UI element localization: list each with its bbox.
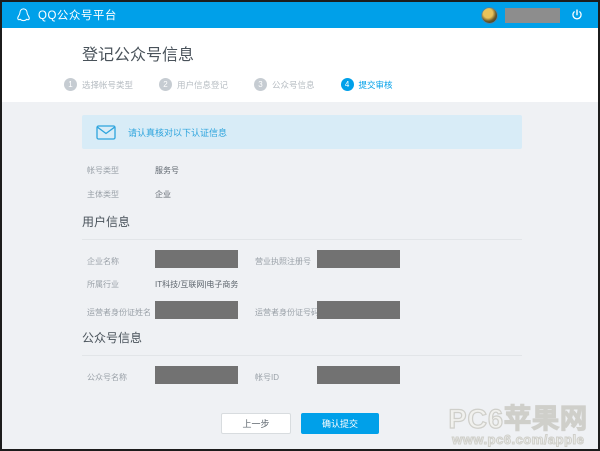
field-label: 所属行业	[87, 279, 155, 290]
redacted-username	[505, 8, 560, 23]
confirm-submit-button[interactable]: 确认提交	[301, 413, 379, 434]
field-value: 服务号	[155, 165, 255, 176]
step-label: 用户信息登记	[177, 79, 228, 91]
page-header: 登记公众号信息 1 选择帐号类型 2 用户信息登记 3 公众号信息 4 提交审核	[2, 28, 598, 102]
field-row-entity-type: 主体类型 企业	[87, 189, 598, 200]
user-avatar[interactable]	[481, 7, 498, 24]
public-account-fields: 公众号名称 帐号ID	[2, 366, 598, 384]
step-account-info[interactable]: 3 公众号信息	[254, 78, 315, 91]
app-window: QQ公众号平台 登记公众号信息 1 选择帐号类型 2 用户信息登记 3 公众号信…	[0, 0, 600, 451]
step-label: 公众号信息	[272, 79, 315, 91]
step-label: 提交审核	[359, 79, 393, 91]
redacted-company-name	[155, 250, 238, 268]
step-submit-review[interactable]: 4 提交审核	[341, 78, 393, 91]
envelope-icon	[96, 125, 116, 140]
field-row-account-type: 帐号类型 服务号	[87, 165, 598, 176]
step-choose-account-type[interactable]: 1 选择帐号类型	[64, 78, 133, 91]
action-buttons: 上一步 确认提交	[2, 413, 598, 434]
watermark-url: www.pc6.com/apple	[448, 433, 588, 447]
field-label: 帐号类型	[87, 165, 155, 176]
field-label: 公众号名称	[87, 372, 155, 383]
section-title-public-account: 公众号信息	[82, 329, 522, 356]
field-label: 运营者身份证姓名	[87, 307, 155, 318]
account-summary: 帐号类型 服务号 主体类型 企业	[2, 165, 598, 200]
redacted-account-id	[317, 366, 400, 384]
field-label: 企业名称	[87, 256, 155, 267]
redacted-license-number	[317, 250, 400, 268]
top-bar: QQ公众号平台	[2, 2, 598, 28]
field-label: 运营者身份证号码	[255, 307, 317, 318]
field-label: 主体类型	[87, 189, 155, 200]
step-number: 1	[64, 78, 77, 91]
redacted-operator-name	[155, 301, 238, 319]
wizard-steps: 1 选择帐号类型 2 用户信息登记 3 公众号信息 4 提交审核	[64, 78, 598, 91]
qq-penguin-icon	[15, 7, 32, 24]
section-title-user-info: 用户信息	[82, 213, 522, 240]
step-user-info[interactable]: 2 用户信息登记	[159, 78, 228, 91]
field-label: 帐号ID	[255, 372, 317, 383]
step-number: 4	[341, 78, 354, 91]
top-bar-right	[481, 7, 588, 24]
logout-power-icon[interactable]	[570, 8, 584, 22]
field-row-company: 企业名称 营业执照注册号	[87, 250, 598, 268]
field-row-public-name: 公众号名称 帐号ID	[87, 366, 598, 384]
content-area: 请认真核对以下认证信息 帐号类型 服务号 主体类型 企业 用户信息 企业名称 营…	[2, 102, 598, 449]
previous-step-button[interactable]: 上一步	[221, 413, 291, 434]
redacted-public-name	[155, 366, 238, 384]
field-value: 企业	[155, 189, 255, 200]
field-label: 营业执照注册号	[255, 256, 317, 267]
field-value: IT科技/互联网|电子商务	[155, 279, 598, 290]
user-info-fields: 企业名称 营业执照注册号 所属行业 IT科技/互联网|电子商务 运营者身份证姓名…	[2, 250, 598, 319]
step-number: 2	[159, 78, 172, 91]
notice-text: 请认真核对以下认证信息	[128, 126, 227, 139]
field-row-industry: 所属行业 IT科技/互联网|电子商务	[87, 278, 598, 291]
step-label: 选择帐号类型	[82, 79, 133, 91]
step-number: 3	[254, 78, 267, 91]
redacted-operator-id	[317, 301, 400, 319]
notice-banner: 请认真核对以下认证信息	[82, 115, 522, 149]
field-row-operator: 运营者身份证姓名 运营者身份证号码	[87, 301, 598, 319]
brand-title: QQ公众号平台	[38, 7, 117, 23]
page-title: 登记公众号信息	[82, 41, 598, 65]
